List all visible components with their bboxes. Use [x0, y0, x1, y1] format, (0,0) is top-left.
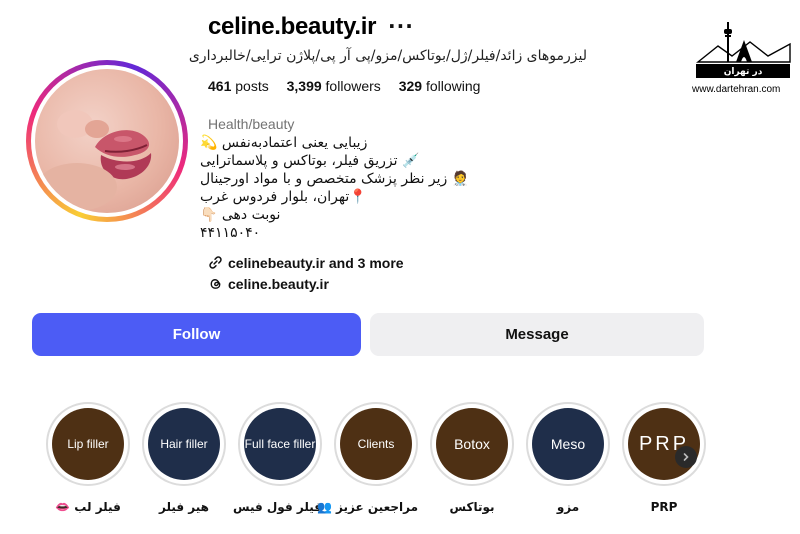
profile-avatar[interactable]: [26, 60, 188, 222]
posts-label: posts: [235, 78, 269, 94]
website-link-text: celinebeauty.ir and 3 more: [228, 254, 404, 271]
bio-line: زیبایی یعنی اعتمادبه‌نفس 💫: [200, 135, 368, 151]
profile-subtitle: لیزرموهای زائد/فیلر/ژل/بوتاکس/مزو/پی آر …: [188, 48, 587, 64]
bio-line: نوبت دهی 👇🏻: [200, 207, 281, 223]
threads-icon: [210, 279, 221, 289]
highlight-label: مزو: [556, 500, 580, 514]
highlight-ring: Meso: [526, 402, 610, 486]
bio-line: 📍تهران، بلوار فردوس غرب: [200, 189, 367, 205]
highlight-cover: Lip filler: [52, 408, 124, 480]
followers-count: 3,399: [286, 78, 322, 94]
highlight-ring: Botox: [430, 402, 514, 486]
highlight-cover-title: Hair filler: [160, 437, 208, 451]
lips-image: [37, 110, 152, 211]
highlights-next-button[interactable]: [675, 446, 697, 468]
bio-line: ۴۴۱۱۵۰۴۰: [200, 225, 261, 241]
profile-stats: 461 posts 3,399 followers 329 following: [208, 78, 494, 94]
highlight-cover: PRP: [628, 408, 700, 480]
profile-category: Health/beauty: [208, 116, 295, 132]
highlight-cover-title: Clients: [357, 437, 395, 451]
highlight-ring: Full face filler: [238, 402, 322, 486]
link-icon: [209, 256, 222, 269]
followers-label: followers: [325, 78, 381, 94]
highlight-cover: Hair filler: [148, 408, 220, 480]
profile-username: celine.beauty.ir: [208, 13, 377, 40]
profile-bio: زیبایی یعنی اعتمادبه‌نفس 💫 💉 تزریق فیلر،…: [200, 134, 480, 242]
threads-link[interactable]: celine.beauty.ir: [208, 273, 404, 294]
follow-button[interactable]: Follow: [32, 313, 361, 356]
message-button[interactable]: Message: [370, 313, 704, 356]
avatar-photo: [35, 69, 179, 213]
highlight-label: بوتاکس: [449, 500, 495, 514]
logo-website: www.dartehran.com: [692, 84, 781, 95]
posts-count: 461: [208, 78, 232, 94]
highlight-item[interactable]: Meso مزو: [526, 402, 610, 514]
following-label: following: [425, 78, 481, 94]
profile-links: celinebeauty.ir and 3 more celine.beauty…: [208, 252, 404, 294]
chevron-right-icon: [683, 453, 689, 461]
logo-text: در تهران: [724, 67, 763, 77]
highlight-cover-title: Full face filler: [244, 437, 316, 451]
following-count: 329: [398, 78, 423, 94]
highlight-label: فیلر لب 👄: [55, 500, 121, 514]
highlight-cover: Meso: [532, 408, 604, 480]
highlight-ring: PRP: [622, 402, 706, 486]
highlight-item[interactable]: Botox بوتاکس: [430, 402, 514, 514]
threads-link-text: celine.beauty.ir: [228, 275, 329, 292]
highlight-item[interactable]: Clients مراجعین عزیز 👥: [316, 402, 418, 514]
followers-stat[interactable]: 3,399 followers: [287, 78, 381, 94]
highlight-item[interactable]: Lip filler فیلر لب 👄: [46, 402, 130, 514]
highlight-label: فیلر فول فیس: [233, 500, 322, 514]
highlight-cover-title: Botox: [454, 436, 490, 452]
highlight-ring: Lip filler: [46, 402, 130, 486]
bio-line: 🧑‍⚕️ زیر نظر پزشک متخصص و با مواد اورجین…: [200, 171, 470, 187]
highlight-label: هیر فیلر: [159, 500, 209, 514]
highlight-item[interactable]: Hair filler هیر فیلر: [142, 402, 226, 514]
bio-line: 💉 تزریق فیلر، بوتاکس و پلاسماترایی: [200, 153, 420, 169]
avatar-border: [31, 65, 183, 217]
following-stat[interactable]: 329 following: [399, 78, 481, 94]
website-link[interactable]: celinebeauty.ir and 3 more: [208, 252, 404, 273]
highlight-label: PRP: [650, 500, 678, 514]
highlight-item[interactable]: Full face filler فیلر فول فیس: [233, 402, 322, 514]
more-options-icon[interactable]: ···: [388, 14, 414, 38]
highlight-cover-title: Lip filler: [67, 437, 109, 451]
highlight-label: مراجعین عزیز 👥: [316, 500, 418, 514]
highlight-cover: Full face filler: [244, 408, 316, 480]
highlight-ring: Clients: [334, 402, 418, 486]
highlight-cover-title: Meso: [550, 436, 586, 452]
tehran-skyline-icon: در تهران: [696, 22, 791, 78]
posts-stat: 461 posts: [208, 78, 269, 94]
highlight-ring: Hair filler: [142, 402, 226, 486]
highlight-cover: Botox: [436, 408, 508, 480]
highlight-cover: Clients: [340, 408, 412, 480]
